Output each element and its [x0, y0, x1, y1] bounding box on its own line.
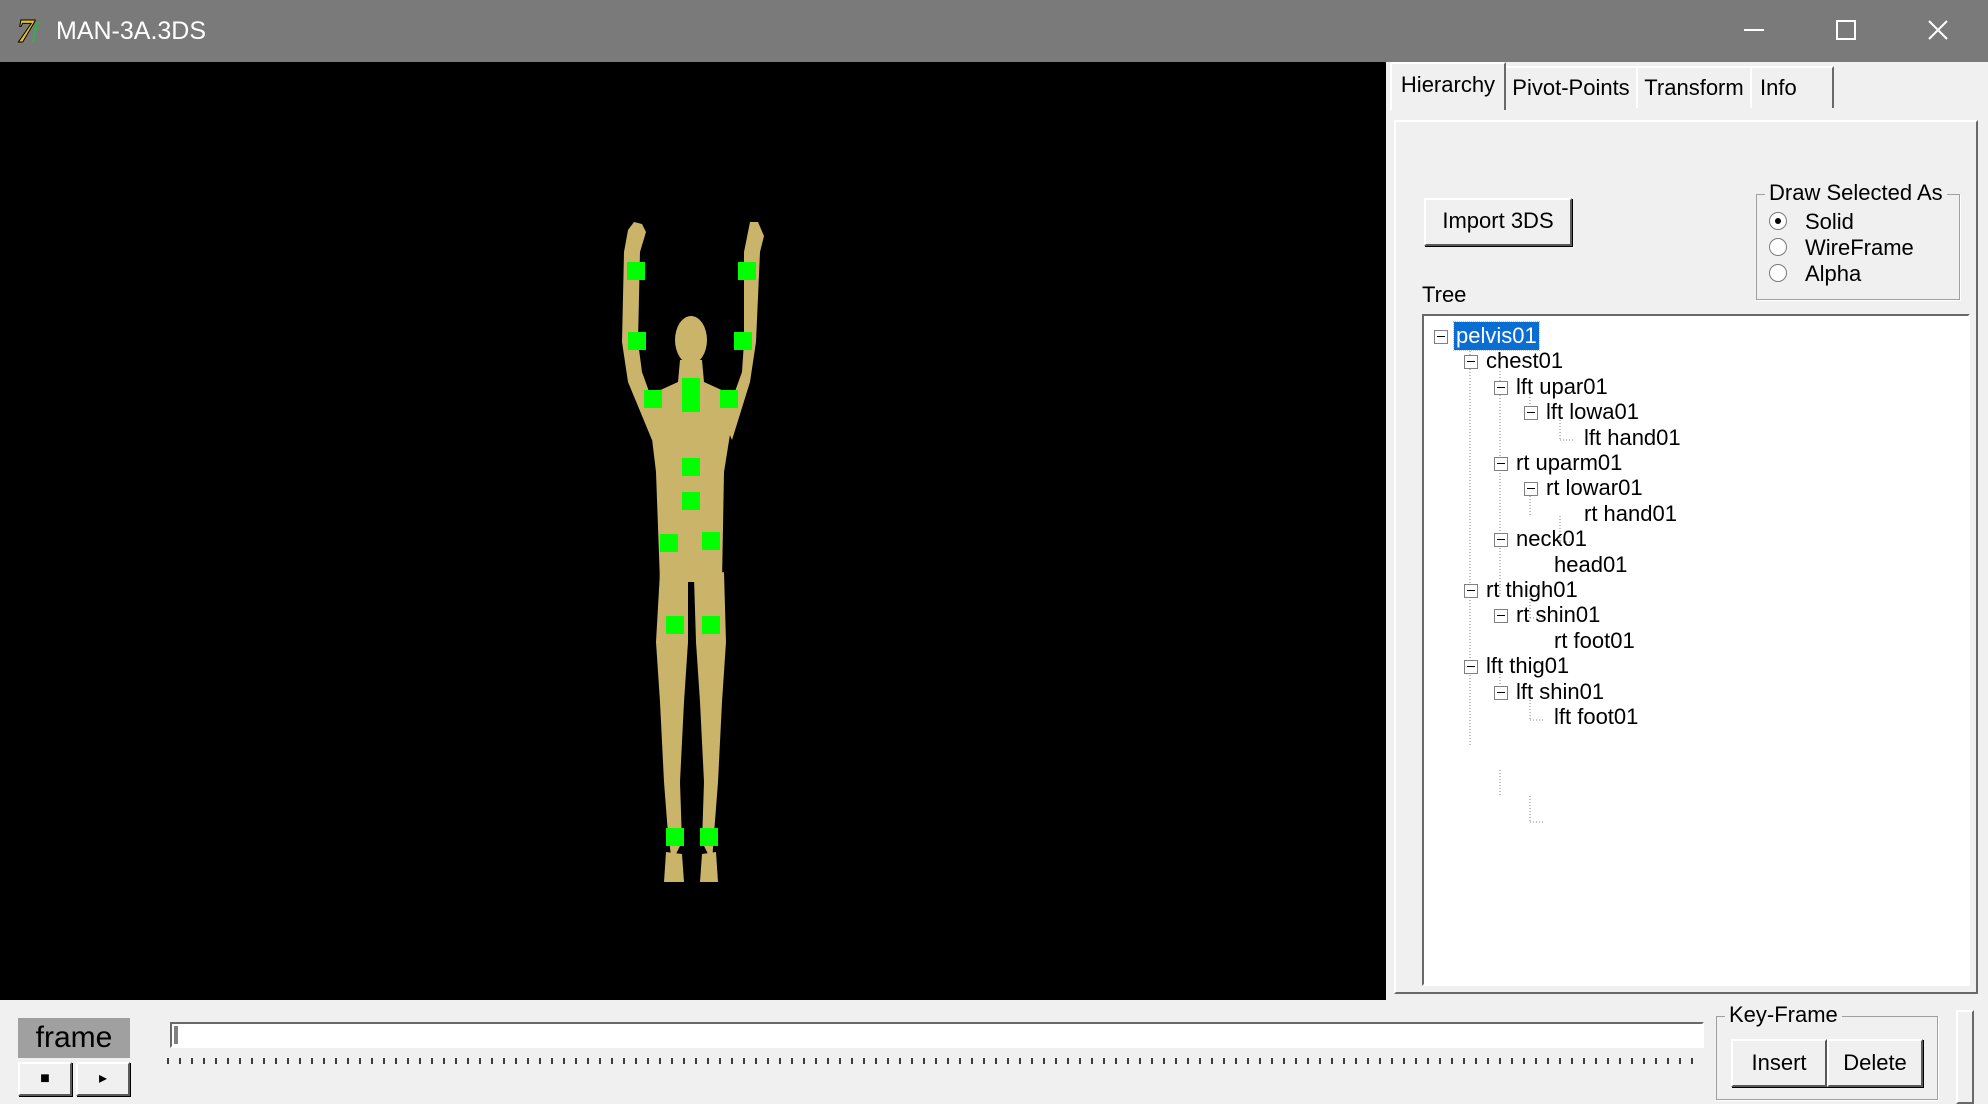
frame-slider[interactable] [170, 1022, 1704, 1048]
frame-label: frame [18, 1018, 130, 1058]
tree-node-label: lft lowa01 [1546, 399, 1639, 425]
radio-wireframe-indicator[interactable] [1769, 238, 1787, 256]
tab-hierarchy-label: Hierarchy [1400, 72, 1496, 97]
tab-transform-label: Transform [1644, 75, 1744, 100]
svg-text:f: f [32, 18, 41, 43]
tree-label: Tree [1422, 282, 1467, 307]
tab-transform[interactable]: Transform [1636, 66, 1752, 108]
timeline-bar: frame ■ ▸ Key-Frame Insert Delete [0, 1000, 1988, 1104]
frame-ticks [167, 1058, 1693, 1064]
maximize-icon [1836, 20, 1856, 40]
tree-collapse-icon[interactable] [1494, 380, 1508, 395]
properties-panel: Hierarchy Pivot-Points Transform Info Im… [1386, 62, 1988, 1000]
pivot-lft-upar[interactable] [644, 390, 662, 408]
play-icon: ▸ [98, 1070, 108, 1087]
close-button[interactable] [1900, 0, 1976, 62]
tree-node-label: head01 [1554, 551, 1628, 577]
title-bar[interactable]: 7 f MAN-3A.3DS [0, 0, 1988, 62]
tree-node-label: rt thigh01 [1486, 577, 1578, 602]
import-3ds-button[interactable]: Import 3DS [1424, 198, 1572, 246]
tree-node-label: pelvis01 [1453, 321, 1540, 351]
figure-body [622, 222, 764, 882]
tree-collapse-icon[interactable] [1494, 685, 1508, 700]
draw-selected-as-group: Draw Selected As Solid WireFrame Alpha [1756, 181, 1960, 300]
pivot-lft-foot[interactable] [666, 828, 684, 846]
tree-node-label: rt hand01 [1584, 500, 1677, 526]
tree-collapse-icon[interactable] [1524, 482, 1538, 497]
radio-alpha-indicator[interactable] [1769, 264, 1787, 282]
delete-keyframe-button[interactable]: Delete [1827, 1039, 1923, 1087]
pivot-chest[interactable] [682, 458, 700, 476]
keyframe-title: Key-Frame [1725, 1003, 1842, 1027]
pivot-head[interactable] [682, 394, 700, 412]
tree-node-label: lft thig01 [1486, 653, 1570, 679]
minimize-icon [1744, 29, 1764, 31]
draw-selected-as-title: Draw Selected As [1765, 181, 1947, 205]
tree-connector-lines [1469, 336, 1574, 823]
pivot-lft-lowa[interactable] [628, 332, 646, 350]
tree-collapse-icon[interactable] [1494, 533, 1508, 548]
tree-node-label: rt shin01 [1516, 602, 1601, 628]
hierarchy-tree[interactable]: pelvis01 chest01 lft upar01 lft lowa01 lft h… [1422, 314, 1970, 986]
human-figure-model [622, 222, 764, 882]
tree-node-label: rt lowar01 [1546, 475, 1643, 501]
tab-info[interactable]: Info [1750, 66, 1834, 108]
pivot-lft-hand[interactable] [627, 262, 645, 280]
stop-button[interactable]: ■ [18, 1062, 72, 1096]
tree-collapse-icon[interactable] [1494, 609, 1508, 624]
pivot-rt-thigh[interactable] [702, 532, 720, 550]
tree-collapse-icon[interactable] [1464, 660, 1478, 675]
app-logo-icon: 7 f [16, 12, 52, 51]
tab-pivot-points[interactable]: Pivot-Points [1504, 66, 1638, 108]
pivot-lft-thigh[interactable] [660, 534, 678, 552]
pivot-pelvis[interactable] [682, 492, 700, 510]
tree-node-label: lft foot01 [1554, 704, 1639, 729]
tree-node-label: chest01 [1486, 348, 1564, 374]
pivot-neck[interactable] [682, 378, 700, 396]
tree-collapse-icon[interactable] [1494, 457, 1508, 471]
tree-node-label: lft upar01 [1516, 373, 1608, 399]
tree-collapse-icon[interactable] [1434, 330, 1448, 344]
tree-collapse-icon[interactable] [1524, 406, 1538, 421]
minimize-button[interactable] [1716, 0, 1792, 62]
tab-info-label: Info [1760, 75, 1797, 100]
radio-wireframe-label: WireFrame [1805, 235, 1914, 260]
pivot-lft-shin[interactable] [666, 616, 684, 634]
tree-node-label: neck01 [1516, 526, 1587, 552]
window-title: MAN-3A.3DS [56, 17, 207, 45]
3d-viewport[interactable] [0, 62, 1386, 1000]
frame-slider-thumb[interactable] [174, 1026, 178, 1044]
tree-collapse-icon[interactable] [1464, 355, 1478, 370]
hierarchy-tab-content: Import 3DS Draw Selected As Solid WireFr… [1394, 120, 1978, 994]
resize-handle[interactable] [1956, 1010, 1974, 1104]
tab-hierarchy[interactable]: Hierarchy [1390, 62, 1506, 110]
radio-solid-indicator[interactable] [1769, 212, 1787, 230]
tree-node-label: rt foot01 [1554, 627, 1635, 653]
pivot-rt-foot[interactable] [700, 828, 718, 846]
close-icon [1928, 20, 1948, 40]
tree-node-label: lft hand01 [1584, 424, 1681, 450]
play-button[interactable]: ▸ [76, 1062, 130, 1096]
pivot-rt-lowar[interactable] [734, 332, 752, 350]
tree-node-label: rt uparm01 [1516, 450, 1623, 475]
radio-solid-label: Solid [1805, 209, 1854, 234]
insert-keyframe-button[interactable]: Insert [1731, 1039, 1827, 1087]
keyframe-group: Key-Frame Insert Delete [1716, 1003, 1938, 1100]
maximize-button[interactable] [1808, 0, 1884, 62]
tab-pivot-points-label: Pivot-Points [1512, 75, 1630, 100]
tree-collapse-icon[interactable] [1464, 584, 1478, 598]
pivot-rt-uparm[interactable] [720, 390, 738, 408]
stop-icon: ■ [40, 1070, 50, 1087]
pivot-rt-shin[interactable] [702, 616, 720, 634]
pivot-rt-hand[interactable] [738, 262, 756, 280]
radio-alpha-label: Alpha [1805, 261, 1862, 286]
tree-node-label: lft shin01 [1516, 678, 1605, 704]
